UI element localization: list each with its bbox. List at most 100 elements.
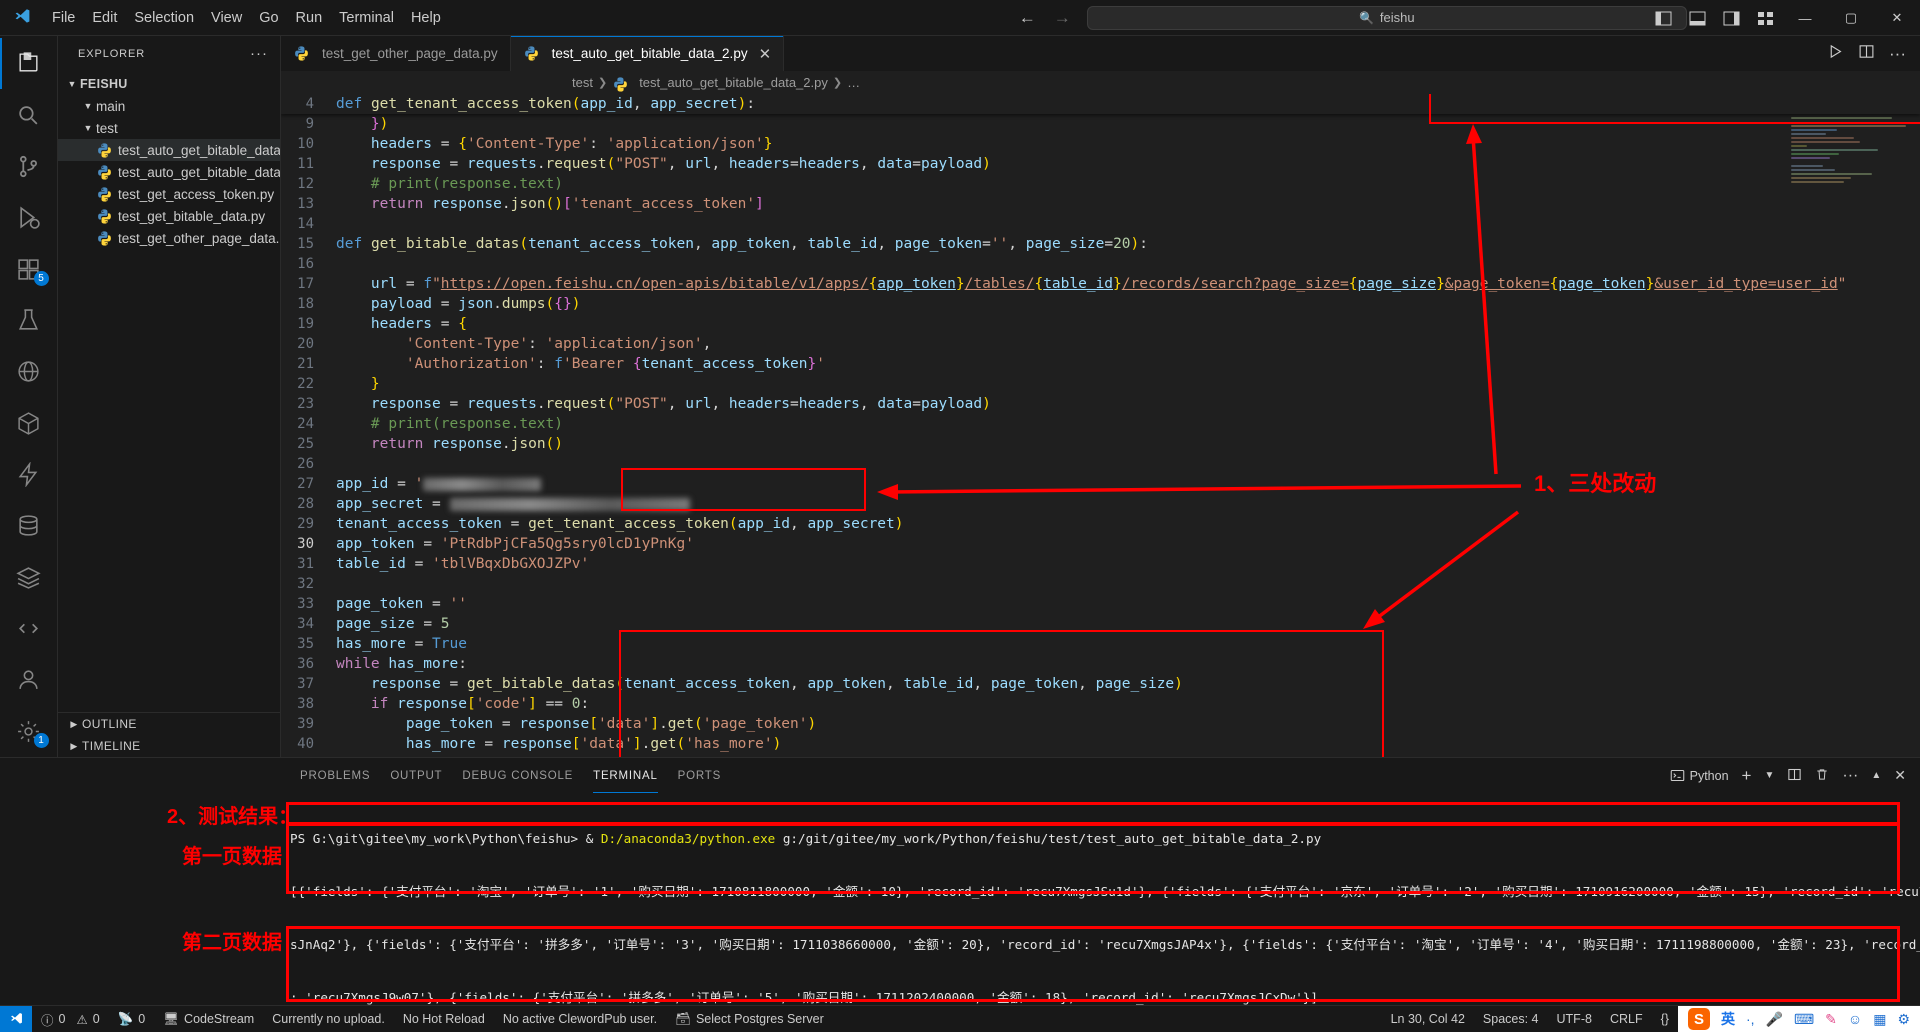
back-arrow-icon[interactable]: ← <box>1019 9 1036 26</box>
terminal-shell-selector[interactable]: Python <box>1670 768 1729 783</box>
activity-extensions[interactable]: 5 <box>0 243 58 294</box>
trash-icon[interactable] <box>1815 767 1829 785</box>
panel-tab-terminal[interactable]: TERMINAL <box>583 758 668 793</box>
activity-settings[interactable]: 1 <box>0 706 58 757</box>
tab-close-icon[interactable]: ✕ <box>759 45 772 63</box>
activity-layers[interactable] <box>0 552 58 603</box>
breadcrumb-folder[interactable]: test <box>572 75 593 90</box>
section-outline[interactable]: ▶ OUTLINE <box>58 713 280 735</box>
forward-arrow-icon[interactable]: → <box>1054 9 1071 26</box>
status-cursor-position[interactable]: Ln 30, Col 42 <box>1382 1006 1474 1032</box>
maximize-panel-icon[interactable]: ▲ <box>1871 770 1881 781</box>
breadcrumb-file[interactable]: test_auto_get_bitable_data_2.py <box>639 75 828 90</box>
command-center-search[interactable]: 🔍 feishu <box>1086 5 1687 30</box>
status-encoding[interactable]: UTF-8 <box>1548 1006 1601 1032</box>
tree-folder-test[interactable]: ▼ test <box>58 117 280 139</box>
activity-testing[interactable] <box>0 295 58 346</box>
radio-count: 0 <box>138 1012 146 1026</box>
activity-run-debug[interactable] <box>0 192 58 243</box>
activity-thunder-client[interactable] <box>0 449 58 500</box>
tab-test-auto-get-bitable-data-2[interactable]: test_auto_get_bitable_data_2.py ✕ <box>510 36 785 71</box>
ime-toolbar[interactable]: S 英 ·, 🎤 ⌨ ✎ ☺ ▦ ⚙ <box>1677 1005 1920 1032</box>
code-line: 37 response = get_bitable_datas(tenant_a… <box>281 674 1920 694</box>
sogou-icon[interactable]: S <box>1687 1008 1710 1030</box>
line-number: 25 <box>297 436 314 452</box>
toggle-secondary-sidebar-icon[interactable] <box>1714 0 1748 36</box>
minimize-button[interactable]: — <box>1782 0 1828 36</box>
activity-codestream[interactable] <box>0 603 58 654</box>
activity-remote-explorer[interactable] <box>0 346 58 397</box>
panel-tab-problems[interactable]: PROBLEMS <box>290 758 380 793</box>
tree-file-test-get-access-token[interactable]: test_get_access_token.py <box>58 183 280 205</box>
close-panel-icon[interactable]: ✕ <box>1894 767 1906 784</box>
chevron-down-icon[interactable]: ▼ <box>1764 770 1774 781</box>
settings-icon[interactable]: ⚙ <box>1897 1011 1910 1028</box>
tree-folder-label: main <box>96 98 126 114</box>
code-editor[interactable]: 4 def get_tenant_access_token(app_id, ap… <box>281 94 1920 757</box>
activity-database[interactable] <box>0 500 58 551</box>
tree-folder-main[interactable]: ▼ main <box>58 95 280 117</box>
tree-root-feishu[interactable]: ▼ FEISHU <box>58 73 280 95</box>
line-number: 19 <box>297 316 314 332</box>
status-radio-tower[interactable]: 📡 0 <box>109 1006 155 1032</box>
more-actions-icon[interactable]: ··· <box>1889 44 1906 64</box>
menu-run[interactable]: Run <box>288 7 331 29</box>
pen-icon[interactable]: ✎ <box>1825 1011 1837 1028</box>
ime-language-label[interactable]: 英 <box>1721 1009 1735 1029</box>
menu-selection[interactable]: Selection <box>126 7 202 29</box>
tree-file-test-auto-get-bitable-data[interactable]: test_auto_get_bitable_data.py <box>58 161 280 183</box>
apps-icon[interactable]: ▦ <box>1873 1011 1886 1028</box>
menu-help[interactable]: Help <box>403 7 449 29</box>
activity-search[interactable] <box>0 89 58 140</box>
status-postgres[interactable]: 🗃 Select Postgres Server <box>666 1006 833 1032</box>
code-text: payload = json.dumps({}) <box>370 296 581 312</box>
status-indentation[interactable]: Spaces: 4 <box>1474 1006 1548 1032</box>
explorer-more-icon[interactable]: ··· <box>246 45 272 62</box>
toggle-panel-icon[interactable] <box>1680 0 1714 36</box>
status-remote-icon[interactable] <box>0 1005 32 1032</box>
menu-terminal[interactable]: Terminal <box>331 7 402 29</box>
tree-file-test-get-other-page-data[interactable]: test_get_other_page_data.py <box>58 227 280 249</box>
status-hot-reload[interactable]: No Hot Reload <box>394 1006 494 1032</box>
sticky-scroll-line[interactable]: 4 def get_tenant_access_token(app_id, ap… <box>281 94 1920 114</box>
status-upload[interactable]: Currently no upload. <box>263 1006 394 1032</box>
menu-go[interactable]: Go <box>251 7 286 29</box>
run-python-file-icon[interactable] <box>1827 43 1844 64</box>
split-terminal-icon[interactable] <box>1787 767 1802 785</box>
activity-docker[interactable] <box>0 398 58 449</box>
emoji-icon[interactable]: ☺ <box>1848 1011 1862 1027</box>
activity-source-control[interactable] <box>0 141 58 192</box>
keyboard-icon[interactable]: ⌨ <box>1794 1011 1814 1028</box>
comma-icon[interactable]: ·, <box>1746 1011 1755 1027</box>
code-lines[interactable]: 9 }) 10 headers = {'Content-Type': 'appl… <box>281 114 1920 757</box>
maximize-button[interactable]: ▢ <box>1828 0 1874 36</box>
activity-explorer[interactable] <box>0 38 58 90</box>
menu-view[interactable]: View <box>203 7 250 29</box>
menu-edit[interactable]: Edit <box>84 7 125 29</box>
status-language-mode[interactable]: {} <box>1652 1006 1678 1032</box>
tree-file-test-get-bitable-data[interactable]: test_get_bitable_data.py <box>58 205 280 227</box>
toggle-primary-sidebar-icon[interactable] <box>1646 0 1680 36</box>
menu-bar[interactable]: File Edit Selection View Go Run Terminal… <box>44 7 449 29</box>
code-text: has_more = True <box>336 636 467 652</box>
status-problems[interactable]: ⓘ 0 ⚠ 0 <box>32 1006 109 1032</box>
panel-tab-ports[interactable]: PORTS <box>668 758 731 793</box>
activity-accounts[interactable] <box>0 654 58 705</box>
navigation-buttons[interactable]: ← → <box>1019 9 1071 26</box>
tab-test-get-other-page-data[interactable]: test_get_other_page_data.py <box>281 36 511 71</box>
split-editor-right-icon[interactable] <box>1858 43 1875 64</box>
menu-file[interactable]: File <box>44 7 83 29</box>
mic-icon[interactable]: 🎤 <box>1766 1011 1783 1028</box>
panel-tab-output[interactable]: OUTPUT <box>380 758 452 793</box>
status-codestream[interactable]: 🖥 CodeStream <box>154 1006 263 1032</box>
close-button[interactable]: ✕ <box>1874 0 1920 36</box>
customize-layout-icon[interactable] <box>1748 0 1782 36</box>
new-terminal-icon[interactable]: + <box>1742 766 1752 786</box>
panel-tab-debug-console[interactable]: DEBUG CONSOLE <box>452 758 583 793</box>
tree-file-test-auto-get-bitable-data-2[interactable]: test_auto_get_bitable_data_2.py <box>58 139 280 161</box>
status-eol[interactable]: CRLF <box>1601 1006 1652 1032</box>
breadcrumb-symbol[interactable]: … <box>847 75 860 90</box>
more-actions-icon[interactable]: ··· <box>1842 767 1858 785</box>
status-clewordpub[interactable]: No active ClewordPub user. <box>494 1006 666 1032</box>
section-timeline[interactable]: ▶ TIMELINE <box>58 735 280 757</box>
